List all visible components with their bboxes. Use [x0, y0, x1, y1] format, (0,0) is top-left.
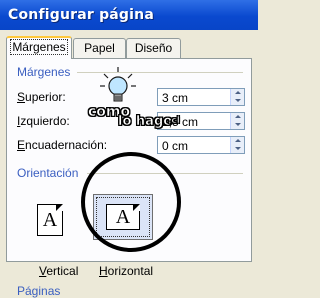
superior-label: Superior: — [17, 90, 66, 104]
izquierdo-increment-button[interactable] — [230, 113, 244, 121]
tab-diseno[interactable]: Diseño — [126, 38, 181, 58]
tab-papel[interactable]: Papel — [73, 38, 126, 58]
horizontal-label[interactable]: Horizontal — [99, 264, 153, 278]
highlight-circle — [81, 152, 181, 252]
portrait-page-icon[interactable]: A — [37, 204, 63, 236]
title-bar[interactable]: Configurar página — [0, 0, 258, 30]
tab-diseno-label: Diseño — [134, 41, 173, 55]
encuadernacion-increment-button[interactable] — [230, 137, 244, 145]
vertical-label[interactable]: Vertical — [39, 264, 78, 278]
tab-margenes[interactable]: Márgenes — [6, 36, 72, 59]
portrait-letter: A — [42, 209, 58, 231]
encuadernacion-decrement-button[interactable] — [230, 145, 244, 153]
encuadernacion-value[interactable]: 0 cm — [162, 139, 188, 153]
tab-papel-label: Papel — [84, 41, 115, 55]
comolohago-watermark-logo: como lo hago .cl — [88, 66, 180, 138]
watermark-suffix: .cl — [168, 116, 180, 127]
izquierdo-label: Izquierdo: — [17, 114, 70, 128]
orientation-group-title: Orientación — [17, 166, 79, 180]
encuadernacion-spinner[interactable]: 0 cm — [157, 136, 245, 154]
encuadernacion-label: Encuadernación: — [17, 138, 108, 152]
tab-margenes-label: Márgenes — [10, 39, 68, 55]
superior-increment-button[interactable] — [230, 89, 244, 97]
watermark-lohago: lo hago — [118, 114, 173, 130]
izquierdo-decrement-button[interactable] — [230, 121, 244, 129]
window-title: Configurar página — [8, 7, 154, 23]
pages-group-title-partial: Páginas — [17, 284, 61, 298]
superior-decrement-button[interactable] — [230, 97, 244, 105]
margins-group-title: Márgenes — [17, 65, 71, 79]
